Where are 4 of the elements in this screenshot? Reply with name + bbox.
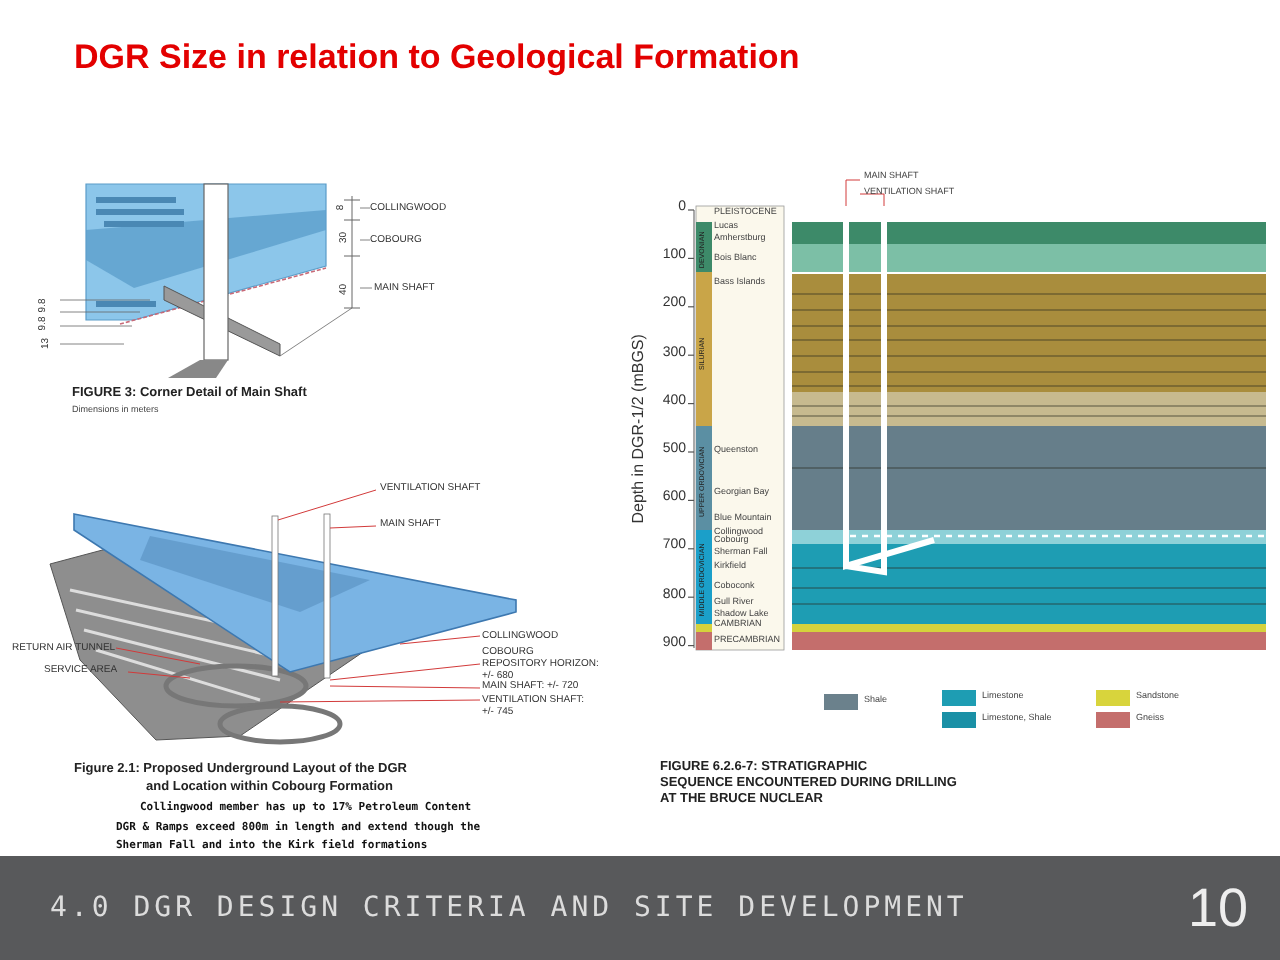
slide-title: DGR Size in relation to Geological Formation bbox=[74, 38, 800, 78]
section-title: 4.0 DGR DESIGN CRITERIA AND SITE DEVELOPMENT bbox=[50, 892, 968, 924]
axis-label: Depth in DGR-1/2 (mBGS) bbox=[631, 332, 649, 528]
page-number: 10 bbox=[1187, 877, 1248, 939]
